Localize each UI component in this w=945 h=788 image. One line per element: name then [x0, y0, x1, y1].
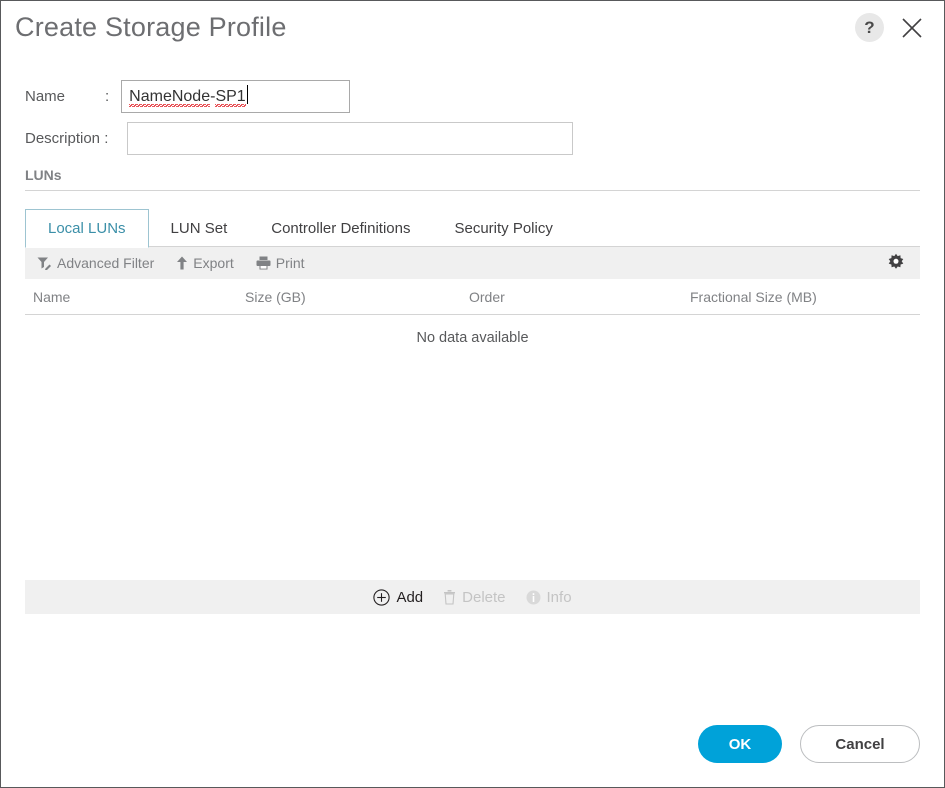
export-button[interactable]: Export: [176, 255, 234, 271]
grid-toolbar: Advanced Filter Export Print: [25, 247, 920, 279]
close-icon[interactable]: [898, 14, 926, 42]
name-row: Name: NameNode-SP1: [25, 79, 920, 113]
dialog-header: Create Storage Profile ?: [1, 1, 944, 59]
table-body: No data available: [25, 315, 920, 580]
dialog-footer: OK Cancel: [698, 725, 920, 763]
grid-action-bar: Add Delete Info: [25, 580, 920, 614]
description-input[interactable]: [127, 121, 573, 155]
text-caret: [246, 84, 248, 104]
advanced-filter-label: Advanced Filter: [57, 255, 155, 271]
tab-local-luns[interactable]: Local LUNs: [25, 209, 149, 248]
tab-lun-set[interactable]: LUN Set: [149, 209, 250, 247]
name-label-text: Name: [25, 87, 66, 105]
name-label-colon: :: [105, 87, 110, 105]
column-header-fractional-size[interactable]: Fractional Size (MB): [690, 289, 920, 305]
export-label: Export: [193, 255, 234, 271]
trash-icon: [443, 589, 456, 605]
filter-icon: [37, 256, 52, 270]
empty-state-message: No data available: [416, 330, 529, 346]
advanced-filter-button[interactable]: Advanced Filter: [37, 255, 154, 271]
page-title: Create Storage Profile: [15, 12, 287, 42]
delete-button: Delete: [443, 588, 506, 606]
info-button: Info: [526, 589, 572, 606]
form-area: Name: NameNode-SP1 Description :: [1, 79, 944, 155]
printer-icon: [256, 256, 271, 270]
name-input[interactable]: NameNode-SP1: [121, 79, 351, 113]
description-label: Description :: [25, 129, 109, 147]
add-button[interactable]: Add: [373, 589, 423, 606]
name-input-value: NameNode-SP1: [129, 84, 248, 108]
upload-arrow-icon: [176, 256, 188, 270]
name-value-part2: SP1: [215, 85, 246, 108]
name-label: Name:: [25, 88, 109, 105]
section-divider: [25, 190, 920, 191]
column-header-size[interactable]: Size (GB): [245, 289, 469, 305]
info-circle-icon: [526, 590, 541, 605]
print-button[interactable]: Print: [256, 255, 305, 271]
ok-button[interactable]: OK: [698, 725, 782, 763]
cancel-button[interactable]: Cancel: [800, 725, 920, 763]
print-label: Print: [275, 255, 305, 271]
tab-strip: Local LUNs LUN Set Controller Definition…: [25, 209, 920, 248]
plus-circle-icon: [373, 588, 391, 606]
create-storage-profile-dialog: Create Storage Profile ? Name: NameNode-…: [0, 0, 945, 788]
table-header-row: Name Size (GB) Order Fractional Size (MB…: [25, 279, 920, 315]
luns-table: Name Size (GB) Order Fractional Size (MB…: [25, 279, 920, 580]
description-row: Description :: [25, 121, 920, 155]
tab-controller-definitions[interactable]: Controller Definitions: [249, 209, 432, 247]
add-label: Add: [396, 588, 424, 606]
help-button[interactable]: ?: [855, 13, 884, 42]
info-label: Info: [546, 588, 572, 606]
gear-icon[interactable]: [886, 253, 906, 273]
delete-label: Delete: [462, 588, 506, 606]
name-value-part1: NameNode: [129, 85, 210, 108]
luns-section-title: LUNs: [25, 167, 62, 183]
tab-security-policy[interactable]: Security Policy: [432, 209, 574, 247]
column-header-order[interactable]: Order: [469, 289, 690, 305]
header-actions: ?: [855, 13, 926, 42]
column-header-name[interactable]: Name: [25, 289, 245, 305]
